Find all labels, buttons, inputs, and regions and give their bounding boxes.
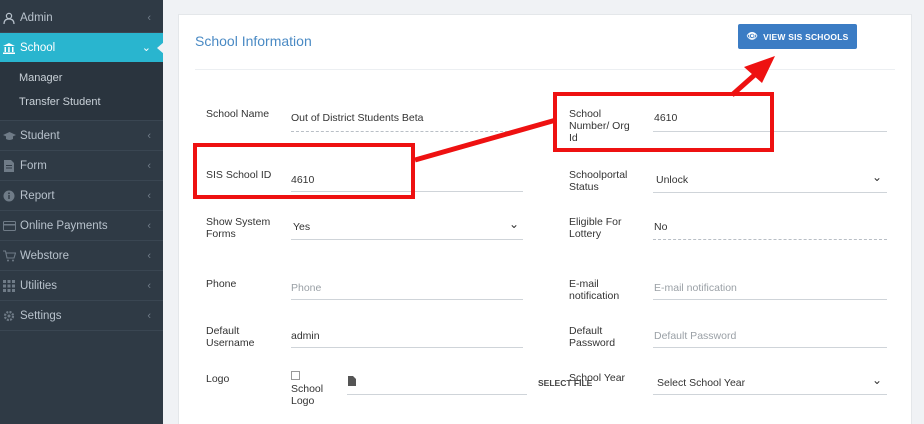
annotation-arrows	[414, 56, 775, 163]
connector-arrow-line	[414, 117, 557, 163]
